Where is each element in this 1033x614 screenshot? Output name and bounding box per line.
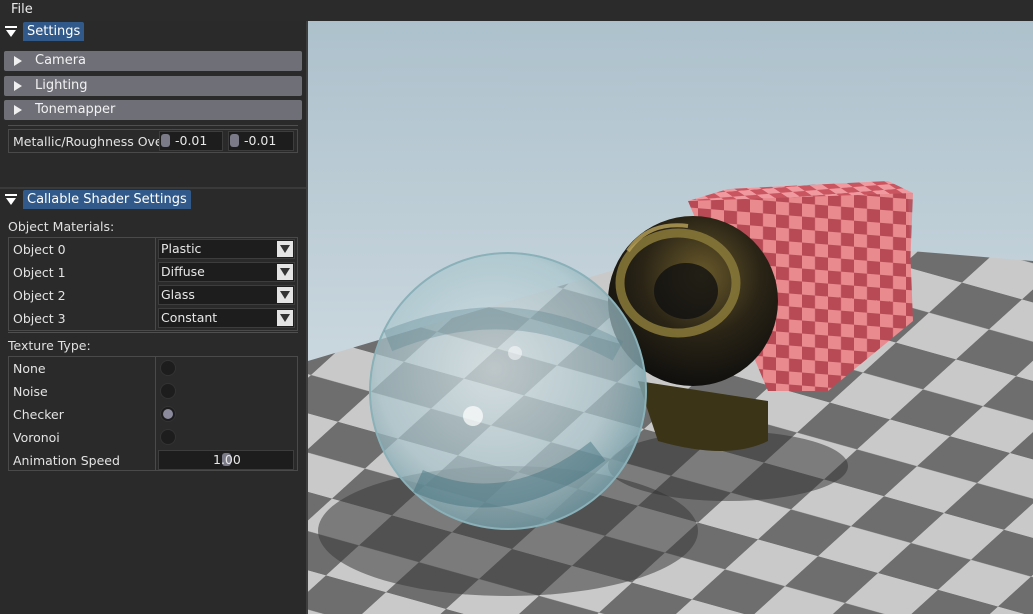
metallic-value: -0.01 xyxy=(175,133,208,148)
texture-none-radio[interactable] xyxy=(160,360,176,376)
materials-table: Object 0 Plastic Object 1 Diffuse Object… xyxy=(8,237,298,331)
dropdown-arrow-icon[interactable] xyxy=(277,241,293,257)
texture-type-label: Texture Type: xyxy=(8,338,91,353)
expand-arrow-icon xyxy=(14,105,22,115)
override-label: Metallic/Roughness Ove xyxy=(13,134,163,149)
animation-speed-value: 1.00 xyxy=(213,452,241,467)
settings-title[interactable]: Settings xyxy=(23,22,85,41)
separator xyxy=(8,332,298,333)
scene-render xyxy=(308,21,1033,614)
section-camera[interactable]: Camera xyxy=(4,51,302,71)
texture-checker-label: Checker xyxy=(13,407,64,422)
animation-speed-slider[interactable]: 1.00 xyxy=(158,450,294,470)
object-2-label: Object 2 xyxy=(13,288,66,303)
texture-voronoi-label: Voronoi xyxy=(13,430,60,445)
object-3-combo[interactable]: Constant xyxy=(158,308,295,328)
object-0-value: Plastic xyxy=(161,241,202,256)
collapse-arrow-icon[interactable] xyxy=(5,26,17,38)
animation-speed-label: Animation Speed xyxy=(13,453,120,468)
texture-table: None Noise Checker Voronoi Animation Spe… xyxy=(8,356,298,471)
render-viewport[interactable] xyxy=(308,21,1033,614)
column-divider xyxy=(155,357,156,470)
section-lighting[interactable]: Lighting xyxy=(4,76,302,96)
expand-arrow-icon xyxy=(14,56,22,66)
section-tonemapper[interactable]: Tonemapper xyxy=(4,100,302,120)
slider-grab[interactable] xyxy=(161,134,170,147)
section-tonemapper-label: Tonemapper xyxy=(35,102,116,117)
menu-file[interactable]: File xyxy=(11,2,33,17)
collapse-arrow-icon[interactable] xyxy=(5,194,17,206)
section-lighting-label: Lighting xyxy=(35,78,88,93)
section-camera-label: Camera xyxy=(35,53,87,68)
object-1-value: Diffuse xyxy=(161,264,205,279)
roughness-value: -0.01 xyxy=(244,133,277,148)
override-frame: Metallic/Roughness Ove -0.01 -0.01 xyxy=(8,129,298,153)
column-divider xyxy=(155,238,156,330)
texture-voronoi-radio[interactable] xyxy=(160,429,176,445)
callable-title[interactable]: Callable Shader Settings xyxy=(23,190,191,209)
object-0-combo[interactable]: Plastic xyxy=(158,239,295,259)
dropdown-arrow-icon[interactable] xyxy=(277,310,293,326)
expand-arrow-icon xyxy=(14,81,22,91)
settings-window-header: Settings xyxy=(0,21,306,42)
texture-none-label: None xyxy=(13,361,46,376)
callable-window-header: Callable Shader Settings xyxy=(0,189,306,210)
object-materials-label: Object Materials: xyxy=(8,219,115,234)
metallic-slider[interactable]: -0.01 xyxy=(159,131,223,151)
object-1-label: Object 1 xyxy=(13,265,66,280)
menu-bar: File xyxy=(0,0,1033,22)
texture-noise-radio[interactable] xyxy=(160,383,176,399)
dropdown-arrow-icon[interactable] xyxy=(277,287,293,303)
left-panel: Settings Camera Lighting Tonemapper Meta… xyxy=(0,21,306,614)
texture-checker-radio[interactable] xyxy=(160,406,176,422)
object-2-combo[interactable]: Glass xyxy=(158,285,295,305)
object-0-label: Object 0 xyxy=(13,242,66,257)
roughness-slider[interactable]: -0.01 xyxy=(228,131,294,151)
separator xyxy=(8,125,298,126)
object-1-combo[interactable]: Diffuse xyxy=(158,262,295,282)
texture-noise-label: Noise xyxy=(13,384,48,399)
object-3-label: Object 3 xyxy=(13,311,66,326)
object-3-value: Constant xyxy=(161,310,218,325)
object-2-value: Glass xyxy=(161,287,195,302)
slider-grab[interactable] xyxy=(230,134,239,147)
dropdown-arrow-icon[interactable] xyxy=(277,264,293,280)
